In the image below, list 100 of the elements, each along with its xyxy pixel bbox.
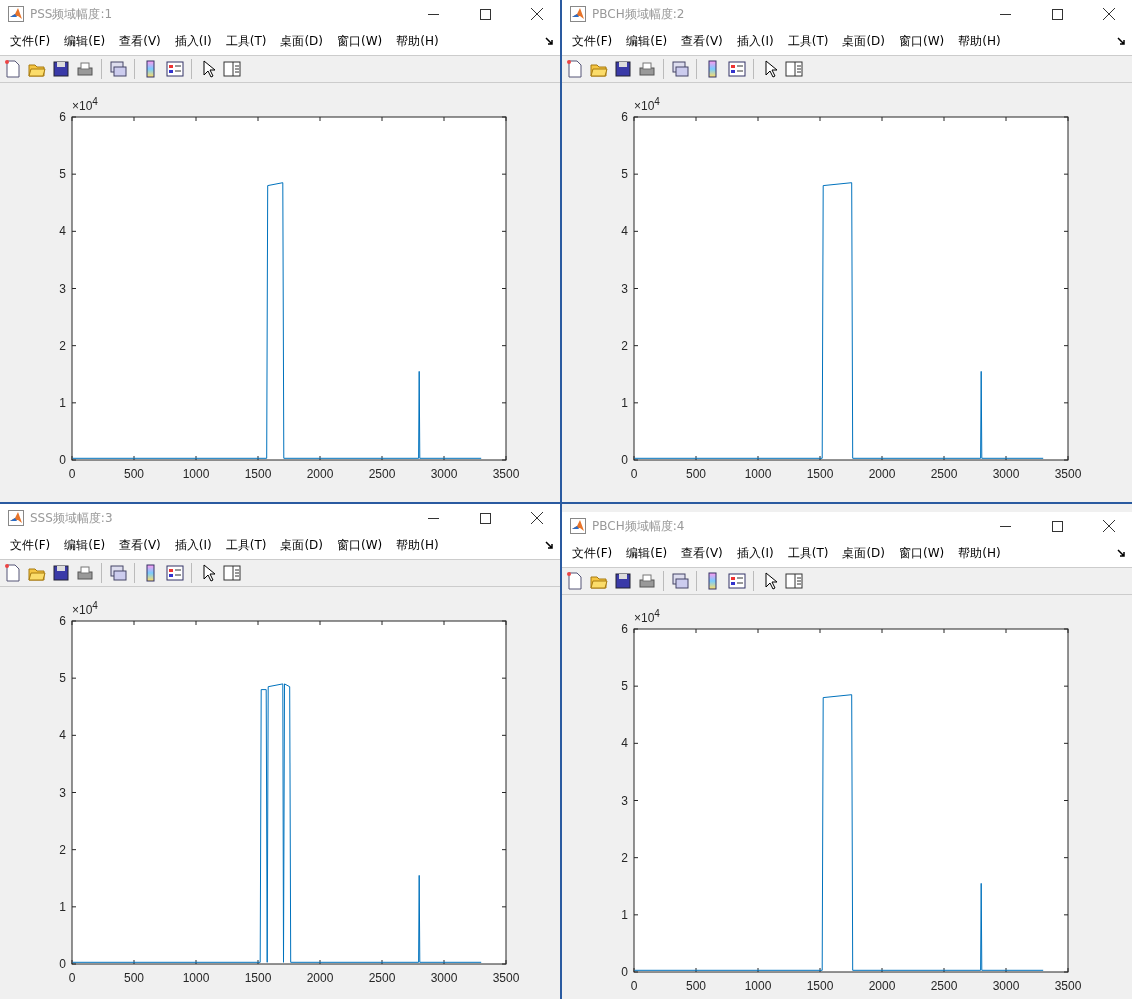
x-tick-label: 1500 — [244, 971, 272, 985]
x-tick-label: 500 — [686, 979, 706, 993]
y-tick-label: 3 — [59, 281, 66, 296]
x-tick-label: 3500 — [1054, 979, 1082, 993]
window-title: PBCH频域幅度:4 — [592, 517, 686, 535]
menu-item[interactable]: 桌面(D) — [274, 31, 329, 52]
y-tick-label: 4 — [621, 736, 628, 751]
printer-icon[interactable] — [75, 59, 95, 79]
y-tick-label: 5 — [59, 671, 66, 686]
menu-item[interactable]: 查看(V) — [675, 31, 729, 52]
menu-item[interactable]: 桌面(D) — [836, 31, 891, 52]
expand-arrow-icon[interactable] — [1117, 37, 1126, 46]
legend-icon[interactable] — [165, 59, 185, 79]
menu-item[interactable]: 窗口(W) — [893, 31, 951, 52]
menu-item[interactable]: 插入(I) — [168, 31, 218, 52]
y-tick-label: 1 — [59, 899, 66, 914]
menu-item[interactable]: 文件(F) — [566, 31, 619, 52]
menu-item[interactable]: 桌面(D) — [836, 543, 891, 564]
printer-icon[interactable] — [637, 59, 657, 79]
menu-item[interactable]: 插入(I) — [730, 31, 780, 52]
y-tick-label: 2 — [621, 850, 628, 865]
y-tick-label: 6 — [59, 110, 66, 124]
save-icon[interactable] — [51, 563, 71, 583]
menu-item[interactable]: 帮助(H) — [390, 535, 445, 556]
x-tick-label: 3000 — [430, 467, 458, 481]
y-tick-label: 4 — [59, 728, 66, 743]
y-tick-label: 5 — [59, 167, 66, 182]
new-file-icon[interactable] — [3, 59, 23, 79]
menu-item[interactable]: 窗口(W) — [893, 543, 951, 564]
menu-item[interactable]: 桌面(D) — [274, 535, 329, 556]
maximize-icon[interactable] — [479, 512, 491, 524]
legend-icon[interactable] — [727, 59, 747, 79]
y-tick-label: 3 — [59, 785, 66, 800]
close-icon[interactable] — [1103, 520, 1115, 532]
x-tick-label: 1500 — [244, 467, 272, 481]
x-tick-label: 500 — [124, 971, 144, 985]
maximize-icon[interactable] — [479, 8, 491, 20]
expand-arrow-icon[interactable] — [545, 37, 554, 46]
menu-item[interactable]: 插入(I) — [730, 543, 780, 564]
expand-arrow-icon[interactable] — [1117, 549, 1126, 558]
save-icon[interactable] — [613, 59, 633, 79]
close-icon[interactable] — [1103, 8, 1115, 20]
x-tick-label: 2000 — [306, 467, 334, 481]
exponent-label: ×10$^{4}$ — [634, 99, 660, 113]
menu-item[interactable]: 文件(F) — [4, 31, 57, 52]
menu-item[interactable]: 插入(I) — [168, 535, 218, 556]
window-title: SSS频域幅度:3 — [30, 509, 114, 527]
x-tick-label: 1500 — [806, 979, 834, 993]
menu-item[interactable]: 编辑(E) — [58, 31, 112, 52]
menu-item[interactable]: 工具(T) — [781, 31, 835, 52]
menu-item[interactable]: 窗口(W) — [331, 31, 389, 52]
close-icon[interactable] — [531, 512, 543, 524]
menu-item[interactable]: 编辑(E) — [58, 535, 112, 556]
y-tick-label: 0 — [59, 957, 66, 971]
printer-icon[interactable] — [637, 571, 657, 591]
app-icon — [8, 510, 24, 526]
x-tick-label: 2000 — [868, 979, 896, 993]
x-tick-label: 3000 — [992, 467, 1020, 481]
y-tick-label: 3 — [621, 793, 628, 808]
menu-item[interactable]: 帮助(H) — [390, 31, 445, 52]
new-file-icon[interactable] — [565, 59, 585, 79]
printer-icon[interactable] — [75, 563, 95, 583]
x-tick-label: 1000 — [744, 467, 772, 481]
menu-item[interactable]: 查看(V) — [113, 535, 167, 556]
menu-item[interactable]: 帮助(H) — [952, 543, 1007, 564]
menu-item[interactable]: 窗口(W) — [331, 535, 389, 556]
menu-item[interactable]: 工具(T) — [219, 535, 273, 556]
linked-windows-icon[interactable] — [108, 563, 128, 583]
y-tick-label: 2 — [621, 338, 628, 353]
linked-windows-icon[interactable] — [670, 571, 690, 591]
y-tick-label: 4 — [59, 224, 66, 239]
x-tick-label: 2500 — [930, 467, 958, 481]
maximize-icon[interactable] — [1051, 520, 1063, 532]
menu-item[interactable]: 查看(V) — [675, 543, 729, 564]
menu-item[interactable]: 帮助(H) — [952, 31, 1007, 52]
menu-item[interactable]: 编辑(E) — [620, 31, 674, 52]
window-title: PBCH频域幅度:2 — [592, 5, 686, 23]
menu-item[interactable]: 工具(T) — [219, 31, 273, 52]
x-tick-label: 2000 — [868, 467, 896, 481]
menu-item[interactable]: 编辑(E) — [620, 543, 674, 564]
menu-item[interactable]: 工具(T) — [781, 543, 835, 564]
legend-icon[interactable] — [727, 571, 747, 591]
app-icon — [8, 6, 24, 22]
linked-windows-icon[interactable] — [108, 59, 128, 79]
expand-arrow-icon[interactable] — [545, 541, 554, 550]
save-icon[interactable] — [51, 59, 71, 79]
y-tick-label: 0 — [621, 965, 628, 979]
close-icon[interactable] — [531, 8, 543, 20]
x-tick-label: 2500 — [930, 979, 958, 993]
menu-item[interactable]: 文件(F) — [4, 535, 57, 556]
x-tick-label: 1000 — [182, 467, 210, 481]
linked-windows-icon[interactable] — [670, 59, 690, 79]
new-file-icon[interactable] — [3, 563, 23, 583]
menu-item[interactable]: 查看(V) — [113, 31, 167, 52]
maximize-icon[interactable] — [1051, 8, 1063, 20]
save-icon[interactable] — [613, 571, 633, 591]
menu-item[interactable]: 文件(F) — [566, 543, 619, 564]
legend-icon[interactable] — [165, 563, 185, 583]
new-file-icon[interactable] — [565, 571, 585, 591]
x-tick-label: 3000 — [992, 979, 1020, 993]
